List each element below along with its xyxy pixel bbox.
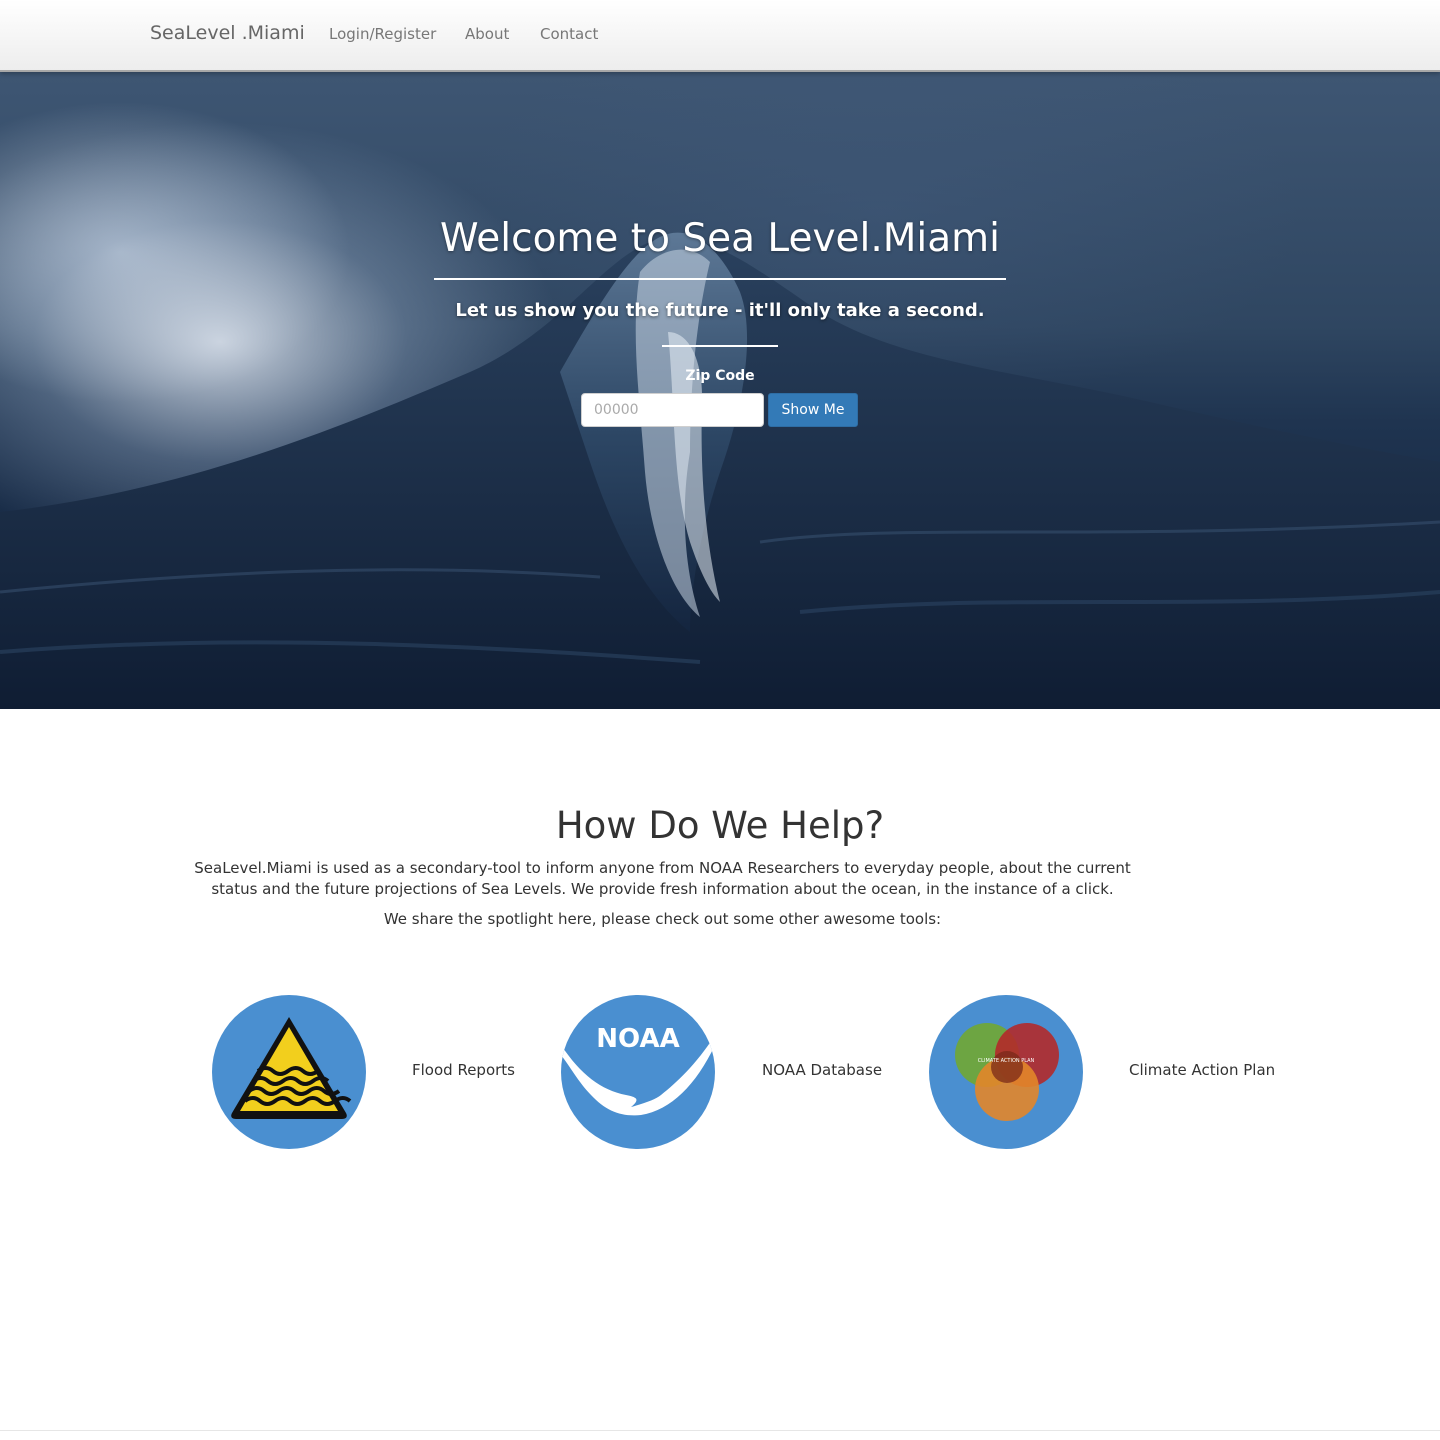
- flood-warning-icon: [231, 1017, 352, 1119]
- nav-contact[interactable]: Contact: [540, 25, 598, 43]
- brand-link[interactable]: SeaLevel .Miami: [150, 22, 305, 44]
- zip-code-label: Zip Code: [685, 368, 755, 384]
- footer-divider: [0, 1430, 1440, 1431]
- flood-reports-logo[interactable]: [212, 995, 366, 1149]
- hero-short-divider: [662, 345, 778, 347]
- noaa-database-link[interactable]: NOAA Database: [762, 1061, 882, 1079]
- help-description: SeaLevel.Miami is used as a secondary-to…: [194, 859, 1131, 898]
- hero-title: Welcome to Sea Level.Miami: [440, 216, 1000, 261]
- zip-code-input[interactable]: [581, 393, 764, 427]
- climate-venn-icon: CLIMATE ACTION PLAN: [955, 1023, 1059, 1121]
- ocean-wave-background: [0, 232, 1440, 709]
- climate-logo-text: CLIMATE ACTION PLAN: [978, 1058, 1035, 1064]
- hero-divider: [434, 278, 1006, 280]
- climate-action-plan-logo[interactable]: CLIMATE ACTION PLAN: [929, 995, 1083, 1149]
- nav-login-register[interactable]: Login/Register: [329, 25, 436, 43]
- noaa-bird-icon: NOAA: [561, 1024, 715, 1116]
- flood-reports-link[interactable]: Flood Reports: [412, 1061, 515, 1079]
- climate-action-plan-link[interactable]: Climate Action Plan: [1129, 1061, 1275, 1079]
- spotlight-text: We share the spotlight here, please chec…: [383, 910, 942, 928]
- nav-about[interactable]: About: [465, 25, 509, 43]
- hero-subtitle: Let us show you the future - it'll only …: [455, 300, 985, 321]
- noaa-logo[interactable]: NOAA: [561, 995, 715, 1149]
- help-heading: How Do We Help?: [555, 804, 885, 847]
- navbar: SeaLevel .Miami Login/Register About Con…: [0, 0, 1440, 72]
- show-me-button[interactable]: Show Me: [768, 393, 858, 427]
- hero-section: Welcome to Sea Level.Miami Let us show y…: [0, 72, 1440, 709]
- noaa-logo-text: NOAA: [596, 1024, 679, 1054]
